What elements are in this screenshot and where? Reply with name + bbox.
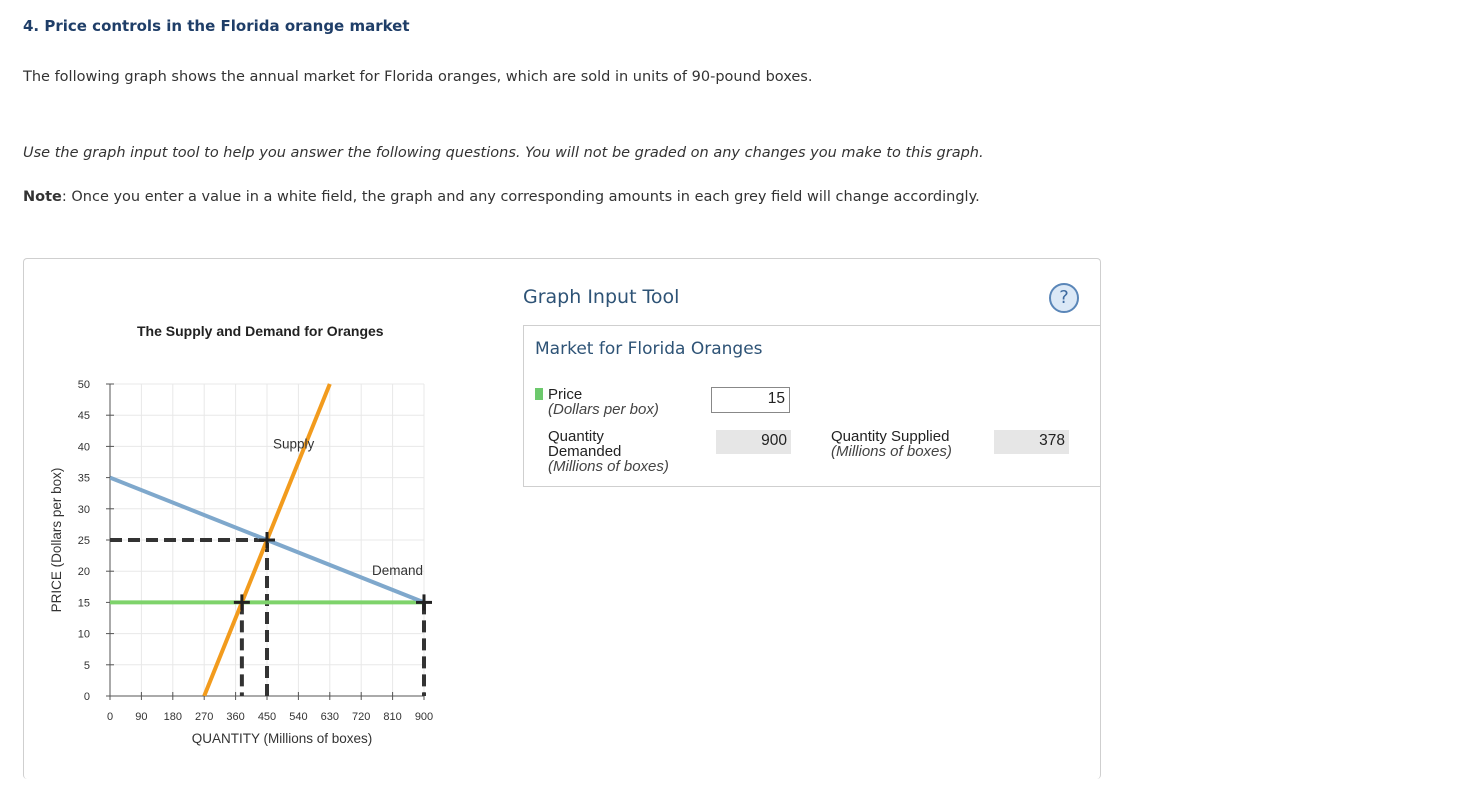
- x-axis-label: QUANTITY (Millions of boxes): [192, 731, 373, 746]
- x-tick-label: 720: [352, 711, 370, 723]
- note-label: Note: [23, 189, 62, 205]
- quantity-supplied-field: 378: [994, 430, 1069, 454]
- y-tick-label: 30: [78, 504, 90, 516]
- x-tick-label: 630: [321, 711, 339, 723]
- x-tick-label: 810: [383, 711, 401, 723]
- instructions-text: Use the graph input tool to help you ans…: [23, 145, 984, 161]
- quantity-supplied-label: Quantity Supplied: [831, 428, 950, 445]
- quantity-demanded-label-2: Demanded: [548, 443, 622, 460]
- question-title: 4. Price controls in the Florida orange …: [23, 17, 410, 35]
- x-tick-label: 180: [164, 711, 182, 723]
- price-input[interactable]: 15: [711, 387, 790, 413]
- x-tick-label: 360: [226, 711, 244, 723]
- x-tick-label: 450: [258, 711, 276, 723]
- quantity-demanded-field: 900: [716, 430, 791, 454]
- note-body: : Once you enter a value in a white fiel…: [61, 189, 980, 205]
- panel-title: Market for Florida Oranges: [535, 339, 763, 359]
- quantity-demanded-unit: (Millions of boxes): [548, 458, 669, 475]
- quantity-supplied-unit: (Millions of boxes): [831, 443, 952, 460]
- chart-title: The Supply and Demand for Oranges: [137, 323, 384, 339]
- y-tick-label: 35: [78, 473, 90, 485]
- quantity-demanded-label-1: Quantity: [548, 428, 604, 445]
- y-tick-label: 10: [78, 629, 90, 641]
- price-unit: (Dollars per box): [548, 401, 659, 418]
- y-axis-label: PRICE (Dollars per box): [49, 468, 64, 613]
- graph-input-tool-title: Graph Input Tool: [523, 286, 680, 308]
- x-tick-label: 540: [289, 711, 307, 723]
- help-icon[interactable]: ?: [1049, 283, 1079, 313]
- supply-demand-chart[interactable]: 0 5 10 15 20 25 30 35 40 45 50 0 90 180 270 360 450 540 63…: [40, 365, 460, 750]
- y-tick-label: 25: [78, 535, 90, 547]
- demand-label: Demand: [372, 563, 423, 578]
- y-tick-label: 0: [84, 691, 90, 703]
- note-text: Note: Once you enter a value in a white …: [23, 189, 980, 205]
- x-tick-label: 90: [135, 711, 147, 723]
- x-tick-label: 900: [415, 711, 433, 723]
- y-tick-label: 20: [78, 566, 90, 578]
- x-tick-label: 0: [107, 711, 113, 723]
- supply-label: Supply: [273, 436, 315, 451]
- y-tick-label: 45: [78, 410, 90, 422]
- x-tick-label: 270: [195, 711, 213, 723]
- intro-text: The following graph shows the annual mar…: [23, 69, 813, 85]
- price-color-swatch: [535, 388, 543, 400]
- y-tick-label: 15: [78, 597, 90, 609]
- input-panel: Market for Florida Oranges Price (Dollar…: [523, 325, 1100, 487]
- y-tick-label: 50: [78, 379, 90, 391]
- y-tick-label: 40: [78, 441, 90, 453]
- price-label: Price: [548, 386, 583, 403]
- y-tick-label: 5: [84, 660, 90, 672]
